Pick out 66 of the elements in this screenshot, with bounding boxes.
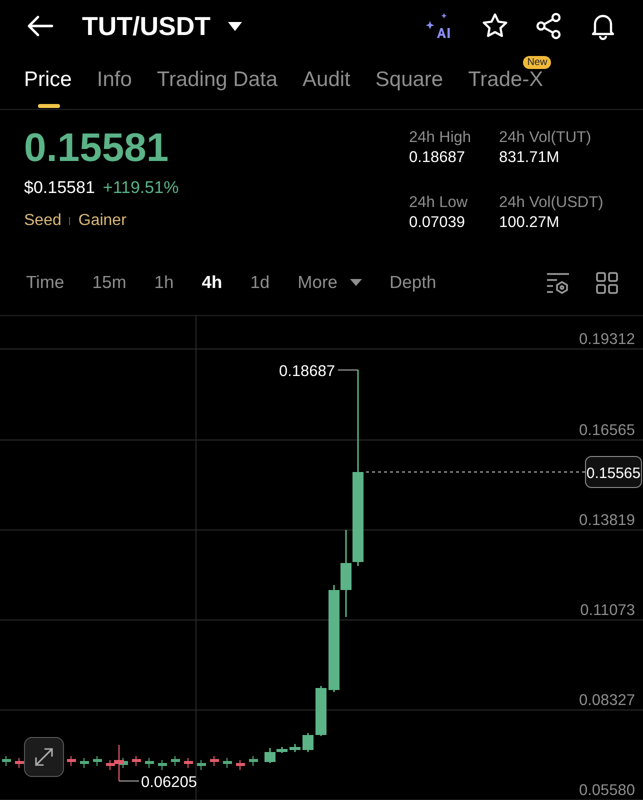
candle bbox=[197, 760, 206, 770]
stat-value: 0.07039 bbox=[409, 213, 466, 233]
tab[interactable]: Price bbox=[24, 66, 72, 94]
stat-label: 24h Vol(USDT) bbox=[499, 193, 604, 213]
stat-label: 24h Vol(TUT) bbox=[499, 128, 592, 148]
pair-title[interactable]: TUT/USDT bbox=[82, 10, 211, 42]
interval-tab[interactable]: Time bbox=[26, 272, 64, 293]
caret-icon[interactable] bbox=[228, 22, 242, 30]
candle bbox=[236, 760, 245, 770]
candle bbox=[171, 756, 180, 766]
grid-icon[interactable] bbox=[595, 270, 619, 294]
stat-label: 24h Low bbox=[409, 193, 469, 213]
interval-tab[interactable]: 1h bbox=[154, 272, 174, 293]
candle bbox=[145, 758, 154, 768]
bell-icon[interactable] bbox=[589, 12, 617, 40]
star-icon[interactable] bbox=[481, 12, 509, 40]
candle bbox=[290, 744, 300, 752]
candle bbox=[93, 756, 102, 766]
more-dropdown[interactable]: More bbox=[298, 272, 362, 293]
candle bbox=[158, 760, 167, 770]
expand-icon bbox=[33, 746, 55, 768]
candle bbox=[184, 758, 193, 768]
high-price-label: 0.18687 bbox=[278, 363, 335, 380]
tag-link[interactable]: Seed bbox=[24, 212, 62, 230]
tab[interactable]: Square bbox=[375, 66, 444, 94]
share-icon[interactable] bbox=[535, 12, 563, 40]
interval-tab[interactable]: 1d bbox=[250, 272, 270, 293]
interval-tab[interactable]: 15m bbox=[92, 272, 126, 293]
expand-button[interactable] bbox=[24, 737, 64, 777]
stat-value: 100.27M bbox=[499, 213, 560, 233]
low-price-label: 0.06205 bbox=[141, 774, 198, 791]
axis-label: 0.16565 bbox=[578, 422, 635, 439]
candle bbox=[15, 758, 24, 768]
candle bbox=[67, 756, 76, 766]
new-badge: New bbox=[523, 56, 552, 69]
stat-value: 0.18687 bbox=[409, 148, 466, 168]
candle bbox=[249, 756, 258, 766]
chart-settings-icon[interactable] bbox=[545, 270, 571, 294]
current-price-tag: 0.15565 bbox=[585, 456, 642, 488]
tab[interactable]: Audit bbox=[302, 66, 350, 94]
stat-value: 831.71M bbox=[499, 148, 560, 168]
price-change: +119.51% bbox=[102, 178, 179, 198]
usd-price: $0.15581 bbox=[24, 178, 95, 198]
candle bbox=[210, 756, 219, 766]
tag-link[interactable]: Gainer bbox=[78, 212, 126, 230]
axis-label: 0.08327 bbox=[578, 692, 635, 709]
stat-label: 24h High bbox=[409, 128, 472, 148]
axis-label: 0.19312 bbox=[578, 331, 635, 348]
axis-label: 0.05580 bbox=[578, 782, 635, 799]
candle bbox=[132, 756, 141, 766]
axis-label: 0.11073 bbox=[580, 602, 635, 619]
candle bbox=[80, 758, 89, 768]
leader-line bbox=[118, 780, 140, 782]
caret-icon bbox=[350, 279, 362, 286]
candle bbox=[2, 756, 11, 766]
interval-tab[interactable]: 4h bbox=[202, 272, 222, 293]
candle bbox=[223, 758, 232, 768]
candle bbox=[302, 733, 314, 752]
back-arrow-icon[interactable] bbox=[26, 14, 54, 38]
candle bbox=[316, 686, 326, 736]
axis-label: 0.13819 bbox=[578, 512, 635, 529]
last-price: 0.15581 bbox=[24, 125, 170, 172]
tab[interactable]: Trade-X bbox=[468, 66, 544, 94]
tab[interactable]: Info bbox=[96, 66, 132, 94]
tab[interactable]: Trading Data bbox=[156, 66, 278, 94]
interval-tab[interactable]: Depth bbox=[390, 272, 436, 293]
